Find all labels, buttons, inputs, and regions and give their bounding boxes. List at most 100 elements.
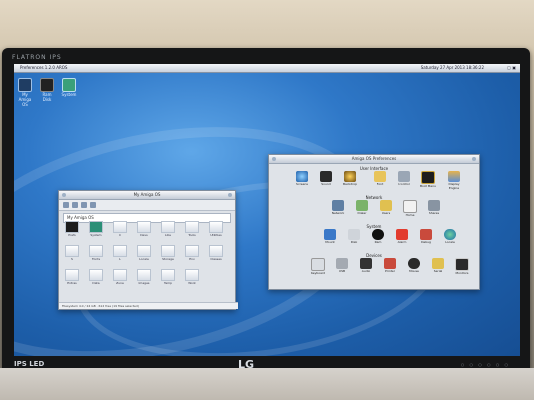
file-item[interactable]: L (111, 245, 129, 261)
ram-disk-icon (40, 78, 54, 92)
file-status-bar: Filesystem 4.0 / 24 GB · 612 free (19 fi… (59, 302, 238, 309)
file-item[interactable]: Temp (159, 269, 177, 285)
pref-shares[interactable]: Shares (425, 200, 443, 215)
file-item[interactable]: Env (183, 245, 201, 261)
pref-monitors[interactable]: Monitors (453, 258, 471, 275)
file-icon (89, 221, 103, 233)
globe-icon (444, 229, 456, 240)
desk-surface (0, 368, 534, 400)
file-label: L (119, 257, 121, 261)
close-icon[interactable] (272, 157, 276, 161)
file-item[interactable]: Tools (183, 221, 201, 237)
file-item[interactable]: Images (135, 269, 153, 285)
close-icon[interactable] (62, 193, 66, 197)
mouse-icon (408, 258, 420, 269)
file-item[interactable]: Devs (135, 221, 153, 237)
ram-icon (372, 229, 384, 240)
pref-label: Display Engine (448, 182, 460, 190)
pref-font[interactable]: Font (371, 171, 389, 186)
pref-mount[interactable]: Mount (321, 229, 339, 244)
zoom-icon[interactable] (228, 193, 232, 197)
zoom-icon[interactable] (472, 157, 476, 161)
monitor-icon (455, 258, 469, 271)
file-item[interactable]: Utilities (207, 221, 225, 237)
pref-ram[interactable]: Ram (369, 229, 387, 244)
pref-serial[interactable]: Serial (429, 258, 447, 273)
pref-keyboard[interactable]: Keyboard (309, 258, 327, 275)
file-item[interactable]: Classes (207, 245, 225, 261)
prefs-row-devices: Keyboard USB Audio Printer Mouse Serial … (275, 258, 473, 280)
home-icon[interactable] (90, 202, 96, 208)
file-label: Classes (210, 257, 222, 261)
folder-icon (89, 245, 103, 257)
ips-badge: IPS LED (14, 360, 45, 368)
pref-display-engine[interactable]: Display Engine (445, 171, 463, 190)
file-window-title: My Amiga OS (133, 192, 161, 197)
desktop-icon-my-amiga[interactable]: My Amiga OS (16, 78, 34, 107)
file-item[interactable]: Libs (159, 221, 177, 237)
pref-label: Mouse (409, 269, 419, 273)
pref-label: Shares (428, 211, 440, 215)
warning-icon (396, 229, 408, 240)
pref-home[interactable]: Home (401, 200, 419, 217)
file-item[interactable]: C (111, 221, 129, 237)
file-item[interactable]: Work (183, 269, 201, 285)
pref-label: USB (338, 269, 346, 273)
file-window-titlebar[interactable]: My Amiga OS (59, 191, 235, 200)
pref-backdrop[interactable]: Backdrop (341, 171, 359, 186)
pref-locale[interactable]: Locale (441, 229, 459, 244)
pref-boot-menu[interactable]: Boot Menu (419, 171, 437, 188)
prefs-window: Amiga OS Preferences User Interface Scre… (268, 154, 480, 290)
file-label: S (71, 257, 73, 261)
pref-mouse[interactable]: Mouse (405, 258, 423, 273)
disk-icon (348, 229, 360, 240)
pref-printer[interactable]: Printer (381, 258, 399, 273)
debug-icon (420, 229, 432, 240)
pref-alarm[interactable]: Alarm (393, 229, 411, 244)
file-item[interactable]: S (63, 245, 81, 261)
back-icon[interactable] (63, 202, 69, 208)
file-item[interactable]: Locale (135, 245, 153, 261)
folder-icon (161, 269, 175, 281)
folder-icon (65, 245, 79, 257)
file-item[interactable]: Zune (111, 269, 129, 285)
pref-label: Backdrop (342, 182, 358, 186)
folder-icon (209, 245, 223, 257)
file-label: Devs (140, 233, 148, 237)
monitor-buttons[interactable]: ○ ○ ○ ○ ○ ○ (461, 362, 510, 367)
file-label: Zune (116, 281, 124, 285)
pref-label: Debug (421, 240, 431, 244)
desktop-icon-system[interactable]: System (60, 78, 78, 97)
file-item[interactable]: Fonts (87, 245, 105, 261)
file-item[interactable]: Data (87, 269, 105, 285)
pref-label: Sound (321, 182, 331, 186)
file-label: Env (189, 257, 195, 261)
file-item[interactable]: Storage (159, 245, 177, 261)
pref-icontrol[interactable]: Icontrol (395, 171, 413, 186)
pref-network[interactable]: Network (329, 200, 347, 215)
file-item[interactable]: Extras (63, 269, 81, 285)
pref-screens[interactable]: Screens (293, 171, 311, 186)
menubar-title[interactable]: Preferences 1.2.0 AROS (20, 64, 67, 72)
pref-dialer[interactable]: Dialer (353, 200, 371, 215)
file-item[interactable]: System (87, 221, 105, 237)
pref-users[interactable]: Users (377, 200, 395, 215)
printer-icon (384, 258, 396, 269)
file-label: Temp (164, 281, 172, 285)
speaker-icon (320, 171, 332, 182)
pref-disk[interactable]: Disk (345, 229, 363, 244)
dialer-icon (356, 200, 368, 211)
pref-sound[interactable]: Sound (317, 171, 335, 186)
prefs-window-titlebar[interactable]: Amiga OS Preferences (269, 155, 479, 164)
file-label: Tools (188, 233, 196, 237)
parent-icon[interactable] (81, 202, 87, 208)
file-item[interactable]: Prefs (63, 221, 81, 237)
forward-icon[interactable] (72, 202, 78, 208)
pref-debug[interactable]: Debug (417, 229, 435, 244)
pref-usb[interactable]: USB (333, 258, 351, 273)
prefs-row-user-interface: Screens Sound Backdrop Font Icontrol Boo… (275, 171, 473, 193)
desktop-icon-ram-disk[interactable]: Ram Disk (38, 78, 56, 102)
shares-icon (428, 200, 440, 211)
pref-audio[interactable]: Audio (357, 258, 375, 273)
menubar-screen-buttons[interactable]: ▢ ▣ (507, 64, 516, 72)
